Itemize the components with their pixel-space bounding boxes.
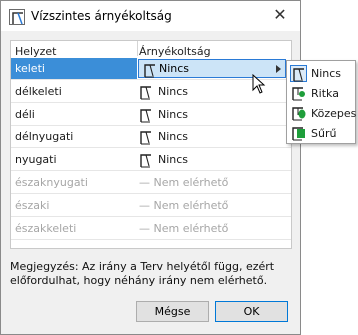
menu-item-label: Ritka xyxy=(311,87,339,100)
table-row[interactable]: déli Nincs xyxy=(11,104,291,126)
row-shading-cell[interactable]: Nincs xyxy=(139,130,189,145)
shading-app-icon xyxy=(9,9,25,25)
window-title: Vízszintes árnyékoltság xyxy=(31,9,172,23)
table-row[interactable]: északi — Nem elérhető xyxy=(11,195,291,217)
close-icon[interactable]: ✕ xyxy=(269,5,291,25)
menu-item-label: Sűrű xyxy=(311,127,337,140)
shading-value: Nincs xyxy=(158,130,189,144)
table-row[interactable]: északnyugati — Nem elérhető xyxy=(11,172,291,194)
table-row[interactable]: északkeleti — Nem elérhető xyxy=(11,218,291,240)
column-header-direction[interactable]: Helyzet xyxy=(15,45,56,58)
row-direction-cell: délkeleti xyxy=(15,84,62,98)
column-divider[interactable] xyxy=(137,41,138,56)
shading-popup-menu: Nincs Ritka Közepes Sűrű xyxy=(286,60,356,144)
menu-item-none[interactable]: Nincs xyxy=(288,63,354,83)
shading-value: Nincs xyxy=(158,84,189,98)
row-shading-cell: — Nem elérhető xyxy=(139,222,228,235)
table-row[interactable]: nyugati Nincs xyxy=(11,149,291,172)
row-shading-cell[interactable]: Nincs xyxy=(139,84,189,100)
row-direction-cell: északkeleti xyxy=(15,221,77,235)
row-direction-cell: északnyugati xyxy=(15,176,88,189)
shading-none-icon xyxy=(290,65,307,82)
menu-item-label: Nincs xyxy=(311,67,342,80)
shading-dense-icon xyxy=(290,125,307,142)
row-direction-cell: nyugati xyxy=(15,153,57,167)
shading-value: Nincs xyxy=(158,107,189,121)
shading-none-icon xyxy=(138,152,154,172)
menu-item-label: Közepes xyxy=(311,107,357,120)
table-row[interactable]: délnyugati Nincs xyxy=(11,126,291,149)
shading-value: — Nem elérhető xyxy=(139,198,229,212)
note-text: Megjegyzés: Az irány a Terv helyétől füg… xyxy=(10,260,275,287)
row-shading-cell: — Nem elérhető xyxy=(139,176,228,189)
cancel-button[interactable]: Mégse xyxy=(136,301,209,322)
shading-sparse-icon xyxy=(290,85,307,102)
shading-none-icon xyxy=(138,129,154,149)
menu-item-dense[interactable]: Sűrű xyxy=(288,123,354,143)
shading-medium-icon xyxy=(290,105,307,122)
row-shading-cell[interactable]: Nincs xyxy=(139,107,189,123)
table-row[interactable]: délkeleti Nincs xyxy=(11,81,291,103)
shading-table: Helyzet Árnyékoltság keleti Nincs délkelet… xyxy=(10,40,292,249)
column-header-shading[interactable]: Árnyékoltság xyxy=(139,45,211,58)
table-row[interactable]: keleti Nincs xyxy=(11,58,291,80)
ok-button[interactable]: OK xyxy=(215,301,288,322)
title-bar: Vízszintes árnyékoltság ✕ xyxy=(1,1,300,31)
row-direction-cell: déli xyxy=(15,107,35,121)
shading-value: Nincs xyxy=(158,153,189,167)
row-direction-cell: északi xyxy=(15,198,50,212)
shading-none-icon xyxy=(138,84,154,104)
shading-value: — Nem elérhető xyxy=(139,176,229,189)
shading-value: — Nem elérhető xyxy=(139,221,229,235)
row-shading-cell[interactable]: Nincs xyxy=(139,153,189,168)
shading-value: Nincs xyxy=(159,62,190,75)
menu-item-sparse[interactable]: Ritka xyxy=(288,83,354,103)
submenu-arrow-icon[interactable] xyxy=(276,65,281,73)
row-shading-cell: — Nem elérhető xyxy=(139,199,228,212)
row-direction-cell: délnyugati xyxy=(15,130,74,144)
row-direction-cell: keleti xyxy=(15,62,45,75)
shading-dialog: Vízszintes árnyékoltság ✕ Helyzet Árnyék… xyxy=(0,0,301,335)
menu-item-medium[interactable]: Közepes xyxy=(288,103,357,123)
mouse-cursor-icon xyxy=(252,74,266,94)
shading-none-icon xyxy=(142,62,158,82)
shading-none-icon xyxy=(138,107,154,127)
